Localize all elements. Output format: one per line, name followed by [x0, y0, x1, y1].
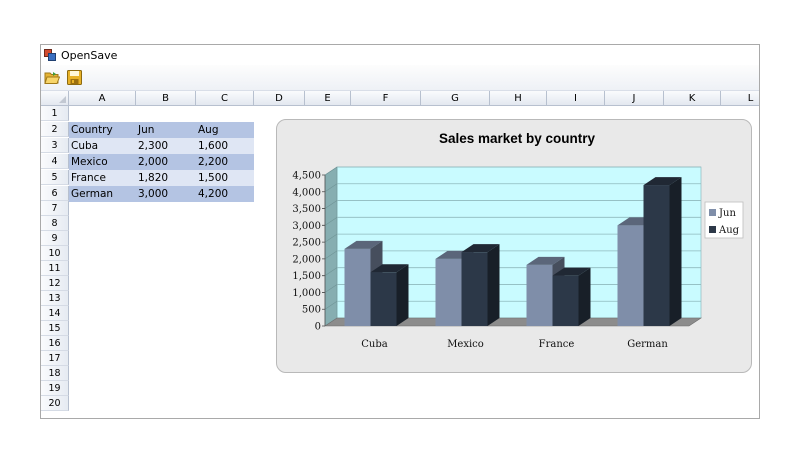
x-tick-label: France: [539, 339, 575, 350]
row-header[interactable]: 18: [41, 366, 69, 381]
y-tick-label: 500: [302, 305, 321, 316]
column-header[interactable]: F: [351, 91, 421, 106]
bar-side: [396, 264, 409, 326]
row-header[interactable]: 8: [41, 216, 69, 231]
row-header[interactable]: 15: [41, 321, 69, 336]
bar-front: [370, 272, 397, 326]
table-cell[interactable]: 2,000: [136, 154, 196, 170]
bar-chart: Sales market by country 0 500 1,000 1,500 2,…: [292, 131, 744, 350]
row-header[interactable]: 19: [41, 381, 69, 396]
y-tick-label: 3,500: [292, 204, 321, 215]
column-header[interactable]: J: [605, 91, 664, 106]
row-header[interactable]: 12: [41, 276, 69, 291]
table-cell[interactable]: Aug: [196, 122, 254, 138]
row-header[interactable]: 13: [41, 291, 69, 306]
title-bar: OpenSave: [41, 45, 759, 65]
row-header[interactable]: 17: [41, 351, 69, 366]
column-header[interactable]: B: [136, 91, 196, 106]
chart-title: Sales market by country: [439, 131, 596, 146]
table-cell[interactable]: German: [69, 186, 136, 202]
row-header[interactable]: 4: [41, 154, 69, 169]
x-tick-label: Mexico: [447, 339, 484, 350]
y-tick-label: 4,500: [292, 171, 321, 182]
table-cell[interactable]: 2,300: [136, 138, 196, 154]
y-tick-label: 1,500: [292, 271, 321, 282]
row-header[interactable]: 6: [41, 186, 69, 201]
chart-panel[interactable]: Sales market by country 0 500 1,000 1,500 2,…: [276, 119, 752, 373]
column-header[interactable]: G: [421, 91, 490, 106]
bar-front: [461, 252, 488, 326]
table-cell[interactable]: 3,000: [136, 186, 196, 202]
bar-side: [669, 177, 682, 326]
x-tick-label: German: [627, 339, 668, 350]
table-cell[interactable]: Cuba: [69, 138, 136, 154]
column-header[interactable]: K: [664, 91, 721, 106]
column-header[interactable]: D: [254, 91, 305, 106]
app-window: OpenSave A B C D E F G H I J K L 1 2 3 4…: [40, 44, 760, 419]
row-header[interactable]: 11: [41, 261, 69, 276]
column-header[interactable]: C: [196, 91, 254, 106]
save-button[interactable]: [65, 69, 83, 87]
bar-front: [526, 264, 553, 326]
row-header[interactable]: 9: [41, 231, 69, 246]
bar-front: [435, 258, 462, 326]
y-tick-label: 2,000: [292, 254, 321, 265]
bar-front: [643, 185, 670, 326]
window-title: OpenSave: [61, 48, 118, 62]
legend-label: Jun: [718, 208, 736, 219]
row-header[interactable]: 5: [41, 170, 69, 185]
row-header[interactable]: 3: [41, 138, 69, 153]
table-cell[interactable]: Mexico: [69, 154, 136, 170]
row-header[interactable]: 10: [41, 246, 69, 261]
row-header[interactable]: 16: [41, 336, 69, 351]
table-cell[interactable]: Jun: [136, 122, 196, 138]
open-button[interactable]: [43, 69, 61, 87]
table-cell[interactable]: Country: [69, 122, 136, 138]
column-header[interactable]: E: [305, 91, 351, 106]
y-tick-label: 1,000: [292, 288, 321, 299]
table-cell[interactable]: 1,820: [136, 170, 196, 186]
app-icon: [44, 49, 56, 61]
y-tick-label: 0: [315, 322, 321, 333]
row-header[interactable]: 14: [41, 306, 69, 321]
column-header[interactable]: H: [490, 91, 547, 106]
bar-side: [578, 267, 591, 326]
column-header[interactable]: L: [721, 91, 759, 106]
bar-front: [552, 275, 579, 326]
folder-open-icon: [44, 71, 60, 84]
column-header[interactable]: I: [547, 91, 605, 106]
y-tick-label: 3,000: [292, 221, 321, 232]
spreadsheet-grid[interactable]: A B C D E F G H I J K L 1 2 3 4 5 6 7 8 …: [41, 91, 759, 418]
table-cell[interactable]: 2,200: [196, 154, 254, 170]
legend-swatch: [709, 209, 716, 216]
table-cell[interactable]: 1,600: [196, 138, 254, 154]
x-tick-label: Cuba: [361, 339, 387, 350]
select-all-corner[interactable]: [41, 91, 69, 106]
y-tick-label: 4,000: [292, 187, 321, 198]
bar-side: [487, 244, 500, 326]
legend-swatch: [709, 226, 716, 233]
table-cell[interactable]: 1,500: [196, 170, 254, 186]
floppy-disk-icon: [66, 70, 82, 85]
table-cell[interactable]: France: [69, 170, 136, 186]
row-header[interactable]: 2: [41, 122, 69, 137]
toolbar: [41, 65, 759, 91]
bar-front: [617, 225, 644, 326]
legend-label: Aug: [718, 225, 740, 236]
y-tick-label: 2,500: [292, 238, 321, 249]
row-header[interactable]: 1: [41, 106, 69, 121]
bar-front: [344, 248, 371, 326]
column-header[interactable]: A: [69, 91, 136, 106]
row-header[interactable]: 7: [41, 201, 69, 216]
table-cell[interactable]: 4,200: [196, 186, 254, 202]
row-header[interactable]: 20: [41, 396, 69, 411]
